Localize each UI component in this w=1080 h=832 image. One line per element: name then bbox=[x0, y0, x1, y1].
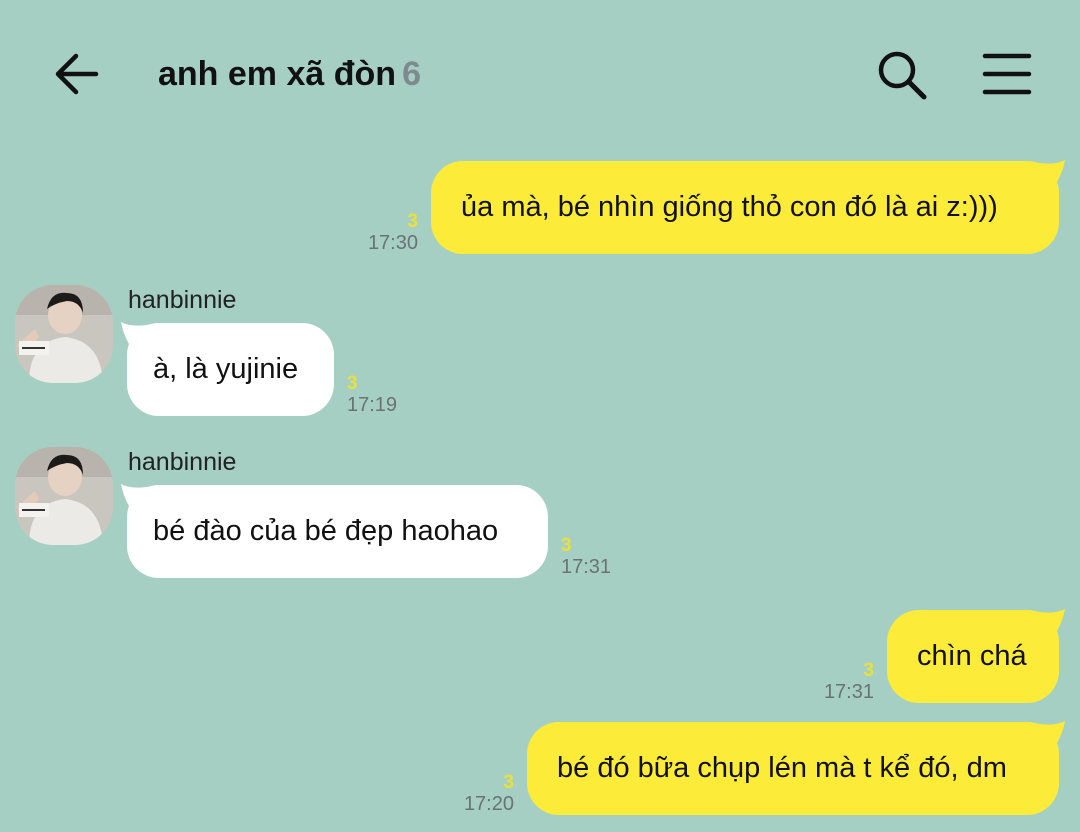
incoming-message-bubble[interactable]: bé đào của bé đẹp haohao bbox=[127, 485, 548, 578]
message-time: 17:20 bbox=[463, 793, 514, 815]
message-meta: 3 17:30 bbox=[340, 212, 418, 255]
message-meta: 3 17:31 bbox=[796, 661, 874, 704]
message-meta: 3 17:19 bbox=[347, 374, 397, 417]
message-text: bé đào của bé đẹp haohao bbox=[153, 514, 499, 547]
chat-title: anh em xã đòn 6 bbox=[158, 55, 421, 94]
message-time: 17:31 bbox=[823, 681, 874, 703]
message-time: 17:31 bbox=[561, 556, 612, 578]
avatar-photo bbox=[15, 285, 113, 383]
avatar[interactable] bbox=[15, 285, 113, 383]
bubble-tail bbox=[1034, 609, 1065, 639]
unread-count: 3 bbox=[561, 535, 572, 556]
hamburger-menu-icon bbox=[982, 53, 1032, 95]
chat-header: anh em xã đòn 6 bbox=[0, 0, 1080, 150]
sender-name: hanbinnie bbox=[128, 286, 237, 314]
message-text: chìn chá bbox=[917, 639, 1027, 672]
search-icon bbox=[878, 51, 927, 100]
menu-button[interactable] bbox=[982, 52, 1032, 96]
message-text: ủa mà, bé nhìn giống thỏ con đó là ai z:… bbox=[461, 190, 998, 223]
incoming-message-bubble[interactable]: à, là yujinie bbox=[127, 323, 334, 416]
arrow-left-icon bbox=[55, 53, 99, 95]
unread-count: 3 bbox=[503, 772, 514, 793]
chat-name: anh em xã đòn bbox=[158, 55, 397, 93]
avatar[interactable] bbox=[15, 447, 113, 545]
message-time: 17:30 bbox=[367, 232, 418, 254]
message-meta: 3 17:31 bbox=[561, 536, 611, 579]
unread-count: 3 bbox=[863, 660, 874, 681]
back-button[interactable] bbox=[52, 52, 100, 96]
message-text: à, là yujinie bbox=[153, 352, 299, 385]
bubble-tail bbox=[1034, 721, 1065, 751]
search-button[interactable] bbox=[875, 50, 929, 100]
member-count: 6 bbox=[402, 55, 421, 93]
bubble-tail bbox=[1034, 160, 1065, 190]
sender-name: hanbinnie bbox=[128, 448, 237, 476]
unread-count: 3 bbox=[407, 211, 418, 232]
message-time: 17:19 bbox=[347, 394, 398, 416]
message-meta: 3 17:20 bbox=[436, 773, 514, 816]
outgoing-message-bubble[interactable]: bé đó bữa chụp lén mà t kể đó, dm bbox=[527, 722, 1059, 815]
message-text: bé đó bữa chụp lén mà t kể đó, dm bbox=[557, 751, 1007, 784]
avatar-photo bbox=[15, 447, 113, 545]
unread-count: 3 bbox=[347, 373, 358, 394]
outgoing-message-bubble[interactable]: ủa mà, bé nhìn giống thỏ con đó là ai z:… bbox=[431, 161, 1059, 254]
